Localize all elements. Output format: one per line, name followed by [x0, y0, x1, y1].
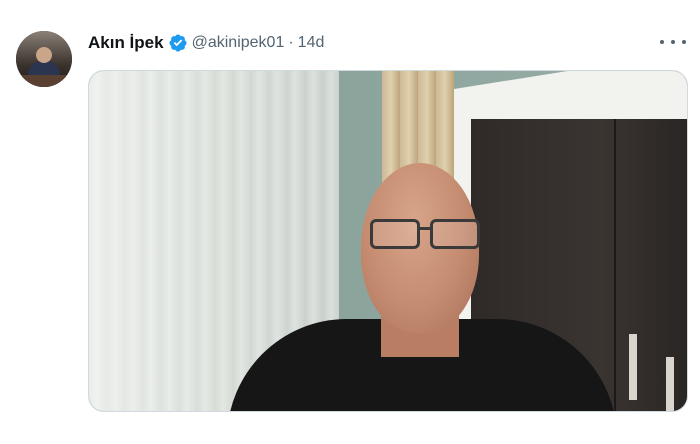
- glasses-bridge: [418, 227, 430, 230]
- more-dot: [660, 40, 664, 44]
- author-name[interactable]: Akın İpek: [88, 33, 164, 53]
- glasses-lens: [370, 219, 420, 249]
- more-dot: [682, 40, 686, 44]
- wardrobe-seam: [614, 119, 616, 411]
- verified-badge-icon: [169, 34, 187, 52]
- tweet[interactable]: Akın İpek @akinipek01 · 14d: [0, 0, 700, 444]
- separator-dot: ·: [288, 34, 294, 51]
- more-dot: [671, 40, 675, 44]
- tweet-header: Akın İpek @akinipek01 · 14d: [88, 31, 324, 55]
- video-person-glasses: [364, 219, 484, 249]
- glasses-lens: [430, 219, 480, 249]
- wardrobe-handle: [666, 357, 674, 411]
- video-media[interactable]: [88, 70, 688, 412]
- avatar-desk: [16, 75, 72, 87]
- avatar[interactable]: [16, 31, 72, 87]
- more-options-icon[interactable]: [660, 32, 686, 52]
- author-handle[interactable]: @akinipek01: [192, 34, 285, 52]
- wardrobe-handle: [629, 334, 637, 400]
- tweet-timestamp[interactable]: 14d: [298, 34, 325, 52]
- avatar-figure-head: [36, 47, 52, 63]
